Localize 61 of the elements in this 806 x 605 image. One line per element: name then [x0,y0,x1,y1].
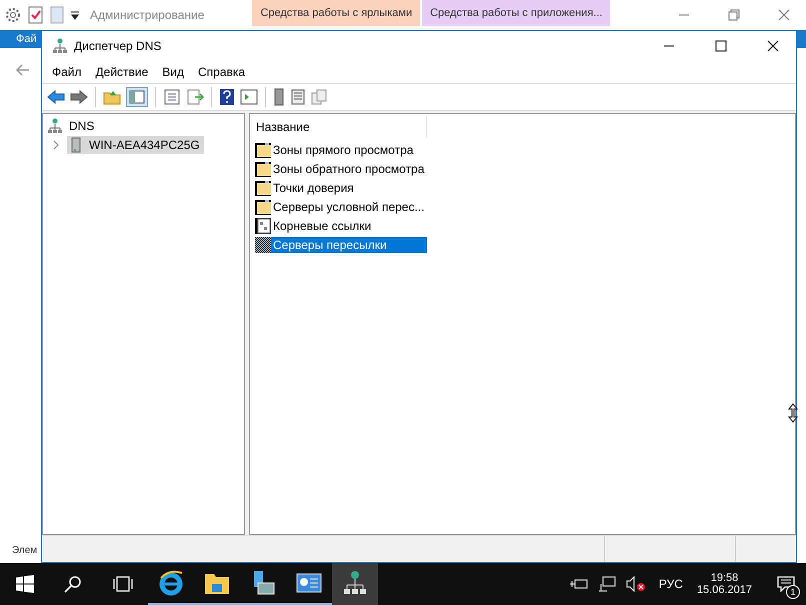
help-icon[interactable] [219,88,235,106]
power-icon[interactable] [570,577,588,591]
status-text: Элем [12,545,38,556]
close-icon[interactable] [767,40,779,52]
context-tab[interactable]: Средства работы с ярлыками [252,0,420,26]
list-item[interactable]: Зоны обратного просмотра [271,160,427,176]
list-item[interactable]: Серверы пересылки [271,236,427,252]
window-title: Администрирование [90,8,204,22]
column-header[interactable]: Название [250,116,427,138]
network-icon [342,570,368,596]
browser-e-icon [158,570,184,596]
menu-item[interactable]: Файл [52,65,82,79]
tree-item[interactable]: WIN-AEA434PC25G [67,136,204,154]
server-icon[interactable] [273,88,285,106]
muted-speaker-icon[interactable] [626,576,646,592]
dashboard-icon [296,572,322,594]
maximize-icon[interactable] [715,40,727,52]
expander-icon[interactable] [51,140,61,150]
list-icon[interactable] [290,89,306,105]
back-arrow-icon[interactable] [47,90,65,104]
export-icon[interactable] [186,89,204,105]
checklist-icon[interactable] [28,6,44,24]
network-icon[interactable] [598,576,616,592]
list-item[interactable]: Серверы условной перес... [271,198,427,214]
forward-arrow-icon[interactable] [70,90,88,104]
window-title: Диспетчер DNS [74,39,162,53]
console-icon[interactable] [240,89,258,105]
back-arrow-icon[interactable] [16,64,30,76]
task-view-icon[interactable] [112,575,134,593]
pane-toggle-icon[interactable] [126,87,148,107]
taskbar-button[interactable] [332,563,378,605]
folder-icon [255,142,271,158]
server-icon [71,136,81,152]
restore-icon[interactable] [728,9,740,21]
menu-item[interactable]: Вид [162,65,184,79]
list-item[interactable]: Точки доверия [271,180,427,196]
search-icon[interactable] [64,575,82,593]
network-icon [52,38,68,54]
start-icon[interactable] [16,575,34,593]
list-item[interactable]: Зоны прямого просмотра [271,142,427,158]
dropdown-icon[interactable] [70,10,80,20]
folder-icon [255,198,271,214]
folder-icon [204,571,230,595]
binary-file-icon [255,218,271,234]
notification-badge: 1 [786,585,800,599]
list-item[interactable]: Корневые ссылки [271,218,427,234]
folder-icon [255,180,271,196]
language-indicator[interactable]: РУС [658,577,683,591]
tree-item[interactable]: DNS [69,118,94,132]
context-tab[interactable]: Средства работы с приложения... [422,0,610,26]
grid-icon [255,236,271,252]
menu-item[interactable]: Действие [96,65,148,79]
clock[interactable]: 19:58 15.06.2017 [696,572,752,596]
list-view-icon[interactable] [163,89,181,105]
folder-icon [255,160,271,176]
file-tab[interactable]: Фай [0,33,37,45]
copy-icon[interactable] [311,89,327,105]
menu-item[interactable]: Справка [198,65,246,79]
folder-up-icon[interactable] [103,89,121,105]
network-icon [47,118,63,134]
gear-icon[interactable] [4,6,22,24]
